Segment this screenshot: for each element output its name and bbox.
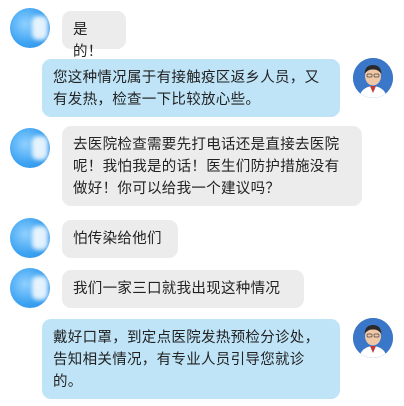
- doctor-avatar[interactable]: [353, 318, 393, 358]
- chat-conversation: 是的！ 您这种情况属于有接触疫区返乡人员，又有发热，检查一下比较放心些。 去医院…: [0, 0, 404, 406]
- blurred-avatar-region: [32, 136, 48, 160]
- message-bubble-patient: 我们一家三口就我出现这种情况: [62, 270, 304, 308]
- blurred-avatar-region: [32, 226, 48, 250]
- message-bubble-doctor: 您这种情况属于有接触疫区返乡人员，又有发热，检查一下比较放心些。: [42, 59, 340, 117]
- doctor-avatar[interactable]: [353, 58, 393, 98]
- patient-avatar[interactable]: [10, 128, 50, 168]
- doctor-portrait-icon: [353, 58, 393, 98]
- patient-avatar[interactable]: [10, 218, 50, 258]
- message-bubble-doctor: 戴好口罩，到定点医院发热预检分诊处，告知相关情况，有专业人员引导您就诊的。: [42, 319, 340, 399]
- patient-avatar[interactable]: [10, 268, 50, 308]
- message-bubble-patient: 去医院检查需要先打电话还是直接去医院呢！我怕我是的话！医生们防护措施没有做好！你…: [62, 126, 362, 206]
- blurred-avatar-region: [32, 276, 48, 300]
- doctor-portrait-icon: [353, 318, 393, 358]
- patient-avatar[interactable]: [10, 8, 50, 48]
- message-bubble-patient: 怕传染给他们: [62, 220, 178, 258]
- blurred-avatar-region: [32, 16, 48, 40]
- message-bubble-patient: 是的！: [62, 11, 126, 60]
